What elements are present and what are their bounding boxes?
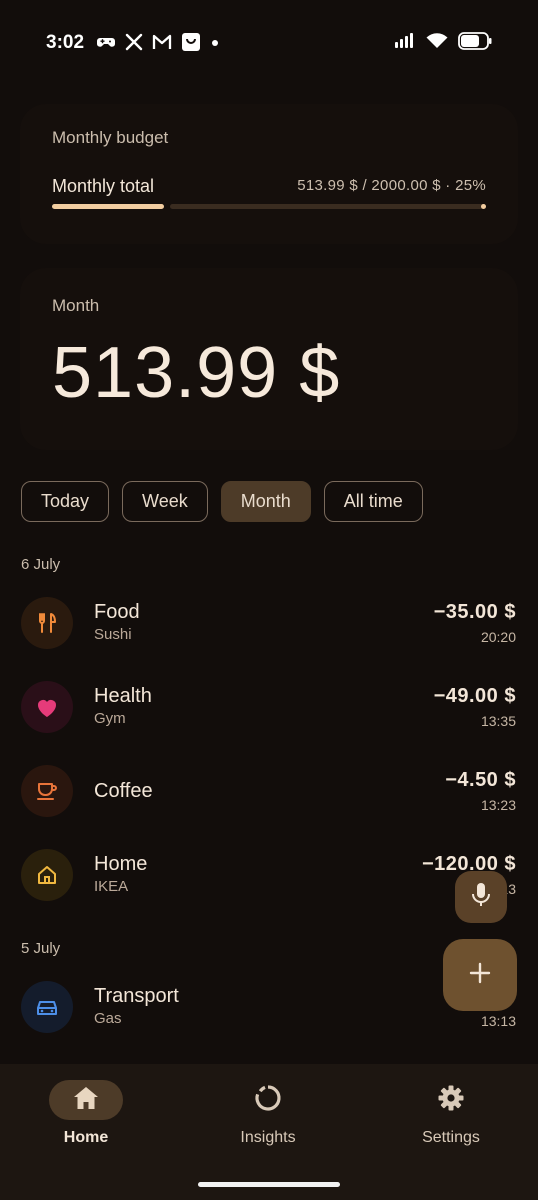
transaction-time: 13:35 (480, 713, 516, 729)
coffee-cup-icon (21, 765, 73, 817)
budget-progress-fill (52, 204, 164, 209)
budget-title: Monthly budget (52, 128, 169, 147)
fork-knife-icon (21, 597, 73, 649)
heart-icon (21, 681, 73, 733)
transaction-note: Gym (94, 710, 126, 727)
transaction-row[interactable]: Food Sushi −35.00 $ 20:20 (0, 597, 538, 653)
nav-item-insights[interactable]: Insights (198, 1080, 338, 1170)
transaction-time: 13:23 (480, 797, 516, 813)
nav-label-home: Home (63, 1129, 109, 1146)
nav-item-home[interactable]: Home (16, 1080, 156, 1170)
nav-settings-pill (414, 1080, 488, 1120)
date-header: 5 July (21, 940, 61, 957)
transaction-category: Transport (94, 985, 179, 1007)
nav-insights-pill (231, 1080, 305, 1120)
transaction-row[interactable]: Health Gym −49.00 $ 13:35 (0, 681, 538, 737)
budget-card[interactable]: Monthly budget Monthly total 513.99 $ / … (20, 104, 518, 244)
filter-chip-today[interactable]: Today (21, 481, 110, 522)
status-system-icons (394, 31, 492, 55)
add-transaction-button[interactable] (443, 939, 517, 1011)
game-controller-icon (96, 34, 116, 55)
home-icon (72, 1085, 100, 1116)
period-label: Month (52, 296, 100, 315)
period-filter-chips: Today Week Month All time (21, 481, 423, 522)
transaction-note: IKEA (94, 878, 129, 895)
budget-row-label: Monthly total (52, 176, 155, 196)
transaction-amount: −4.50 $ (445, 769, 516, 791)
date-header: 6 July (21, 556, 61, 573)
period-total-amount: 513.99 $ (52, 333, 341, 413)
status-time: 3:02 (46, 32, 85, 53)
status-notification-icons (96, 32, 220, 57)
shopping-bag-icon (181, 32, 201, 57)
transaction-note: Sushi (94, 626, 132, 643)
transaction-category: Home (94, 853, 148, 875)
transaction-category: Food (94, 601, 140, 623)
gmail-icon (152, 34, 172, 55)
gear-icon (437, 1084, 465, 1117)
budget-progress-bar (52, 204, 486, 209)
transaction-amount: −49.00 $ (433, 685, 516, 707)
nav-label-settings: Settings (422, 1129, 480, 1146)
nav-label-insights: Insights (240, 1129, 296, 1146)
transaction-category: Coffee (94, 780, 153, 802)
microphone-icon (470, 881, 492, 914)
x-logo-icon (125, 33, 143, 56)
budget-progress-end-dot (481, 204, 486, 209)
voice-input-button[interactable] (455, 871, 507, 923)
transaction-note: Gas (94, 1010, 122, 1027)
filter-chip-month[interactable]: Month (220, 481, 311, 522)
donut-chart-icon (254, 1084, 282, 1117)
period-summary-card: Month 513.99 $ (20, 268, 518, 450)
filter-chip-week[interactable]: Week (122, 481, 208, 522)
transaction-row[interactable]: Coffee −4.50 $ 13:23 (0, 765, 538, 821)
dot-icon (210, 35, 220, 53)
status-bar: 3:02 (0, 0, 538, 86)
transaction-time: 13:13 (480, 1013, 516, 1029)
nav-home-pill (49, 1080, 123, 1120)
house-icon (21, 849, 73, 901)
home-gesture-indicator[interactable] (198, 1182, 340, 1187)
signal-icon (394, 32, 416, 54)
filter-chip-all-time[interactable]: All time (323, 481, 423, 522)
budget-progress-track (170, 204, 486, 209)
budget-row-value: 513.99 $ / 2000.00 $ · 25% (297, 177, 486, 194)
nav-item-settings[interactable]: Settings (381, 1080, 521, 1170)
wifi-icon (426, 32, 448, 54)
battery-icon (458, 31, 492, 55)
car-icon (21, 981, 73, 1033)
transaction-category: Health (94, 685, 152, 707)
plus-icon (468, 961, 492, 990)
transaction-amount: −35.00 $ (433, 601, 516, 623)
transaction-time: 20:20 (480, 629, 516, 645)
bottom-navigation: Home Insights Settings (0, 1064, 538, 1200)
